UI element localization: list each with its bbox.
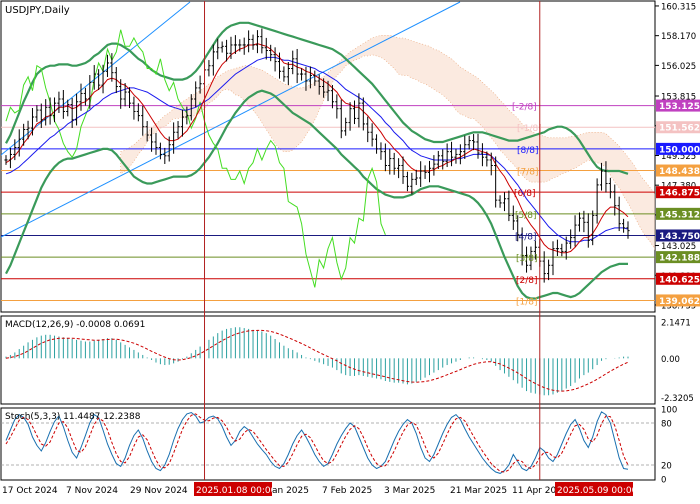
date-axis-label: 11 Apr 20: [512, 486, 556, 496]
price-label-142.188: 142.188: [659, 254, 700, 264]
murrey-label-[-2/8]: [-2/8]: [512, 103, 537, 113]
price-label-140.625: 140.625: [659, 275, 700, 285]
date-axis-label: 29 Nov 2024: [130, 486, 188, 496]
stoch-axis-label: 80: [661, 420, 672, 430]
chart-title: USDJPY,Daily: [5, 5, 70, 16]
murrey-label-[2/8]: [2/8]: [516, 276, 538, 286]
macd-axis-label: 2.1471: [661, 319, 691, 329]
macd-axis-label: -2.3205: [661, 394, 694, 404]
murrey-label-[7/8]: [7/8]: [517, 168, 539, 178]
price-label-146.875: 146.875: [659, 189, 700, 199]
stoch-title: Stoch(5,3,3) 11.4487 12.2388: [5, 412, 141, 422]
price-label-145.312: 145.312: [659, 210, 700, 220]
macd-axis-label: 0.00: [661, 355, 680, 365]
price-label-148.438: 148.438: [659, 167, 700, 177]
chart-root: [-2/8] [-1/8] [8/8] [7/8] [6/8] [5/8] [4/8] [3/…: [0, 0, 700, 500]
price-axis-label: 160.315: [661, 2, 696, 12]
price-label-143.750: 143.750: [659, 232, 700, 242]
date-axis-label: 2025.05.09 00:00: [557, 486, 638, 496]
price-axis-label: 143.025: [661, 242, 696, 252]
date-axis-label: an 2025: [272, 486, 309, 496]
stoch-axis-label: 100: [661, 406, 677, 416]
chart-svg: [-2/8] [-1/8] [8/8] [7/8] [6/8] [5/8] [4/8] [3/…: [0, 0, 700, 500]
date-axis-label: 17 Oct 2024: [2, 486, 58, 496]
price-label-151.562: 151.562: [659, 124, 700, 134]
murrey-label-[5/8]: [5/8]: [515, 211, 537, 221]
murrey-label-[8/8]: [8/8]: [517, 146, 539, 156]
stoch-axis-label: 20: [661, 462, 672, 472]
price-axis-label: 158.170: [661, 32, 696, 42]
date-axis-label: 3 Mar 2025: [384, 486, 435, 496]
murrey-label-[-1/8]: [-1/8]: [517, 124, 542, 134]
murrey-label-[6/8]: [6/8]: [514, 189, 536, 199]
date-axis-label: 21 Mar 2025: [450, 486, 507, 496]
macd-title: MACD(12,26,9) -0.0008 0.0691: [5, 320, 145, 330]
date-axis-label: 2025.01.08 00:00: [196, 486, 277, 496]
date-axis-label: 7 Feb 2025: [322, 486, 372, 496]
price-label-150.000: 150.000: [659, 145, 700, 155]
price-label-139.062: 139.062: [659, 297, 700, 307]
price-axis-label: 156.025: [661, 62, 696, 72]
murrey-label-[3/8]: [3/8]: [516, 254, 538, 264]
murrey-label-[4/8]: [4/8]: [515, 232, 537, 242]
murrey-label-[1/8]: [1/8]: [516, 297, 538, 307]
date-axis-label: 7 Nov 2024: [66, 486, 118, 496]
price-label-153.125: 153.125: [659, 102, 700, 112]
stoch-axis-label: 0: [661, 476, 666, 486]
